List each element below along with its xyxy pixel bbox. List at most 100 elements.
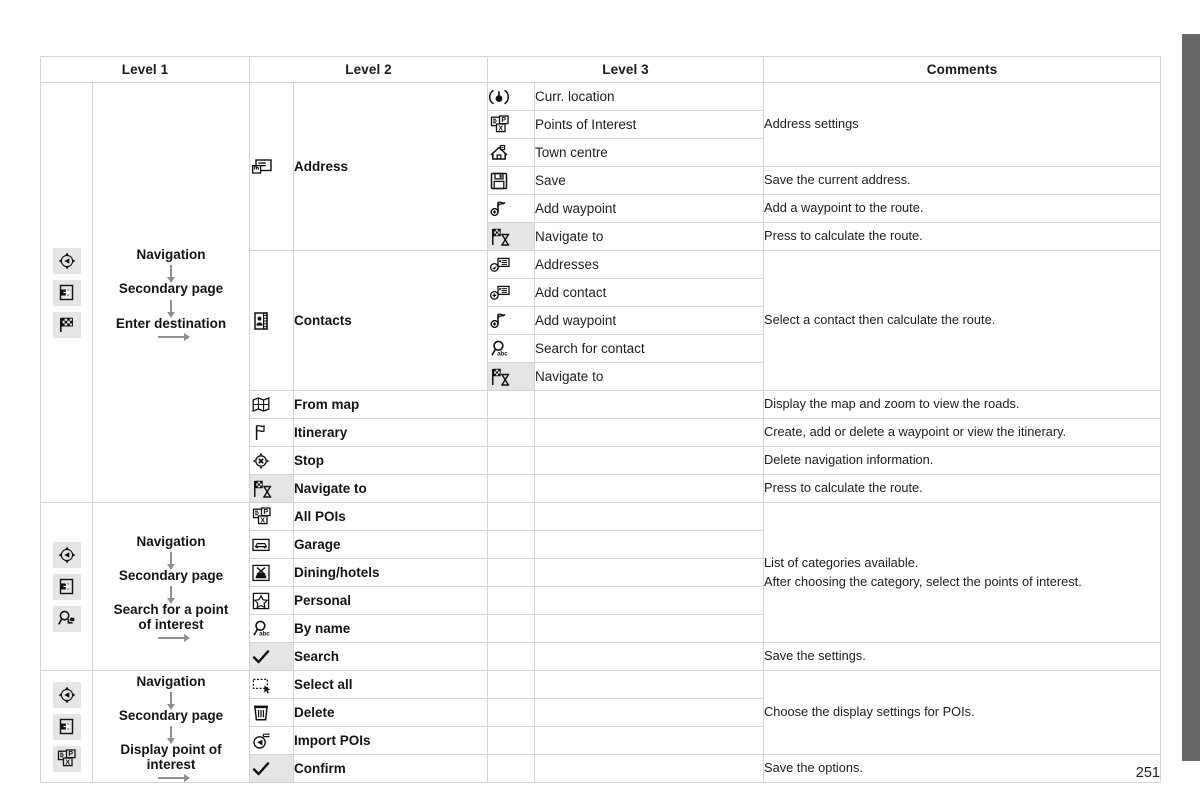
- secondary-page-icon[interactable]: [52, 279, 81, 306]
- level2-label: Import POIs: [293, 726, 489, 755]
- contacts-book-icon[interactable]: [249, 250, 295, 391]
- flow-step: Search for a point of interest: [113, 602, 229, 633]
- flow-arrow-down-icon: [167, 551, 175, 570]
- level3-label: Add waypoint: [534, 194, 765, 223]
- stop-navigation-icon[interactable]: [249, 446, 295, 475]
- svg-text:abc: abc: [497, 351, 508, 357]
- address-card-icon[interactable]: [249, 82, 295, 251]
- table-row: Navigation Secondary page Enter destinat…: [40, 82, 1162, 503]
- checkered-flag-icon[interactable]: [52, 311, 81, 338]
- flow-arrow-down-icon: [167, 726, 175, 744]
- addresses-icon[interactable]: [487, 250, 536, 279]
- level2-label: Personal: [293, 586, 489, 615]
- search-contact-icon[interactable]: abc: [487, 334, 536, 363]
- search-poi-icon[interactable]: [52, 605, 81, 632]
- level3-label-empty: [534, 614, 765, 643]
- check-icon[interactable]: [249, 642, 295, 671]
- table-row: PX Navigation Secondary page Display poi…: [40, 670, 1162, 783]
- level2-label: Navigate to: [293, 474, 489, 503]
- comment-cell: Delete navigation information.: [763, 446, 1162, 475]
- level1-icons-cell-3: PX: [40, 670, 93, 783]
- points-of-interest-icon[interactable]: PX: [52, 745, 81, 772]
- flow-arrow-down-icon: [167, 299, 175, 318]
- level2-label: Dining/hotels: [293, 558, 489, 587]
- level1-flow-cell-2: Navigation Secondary page Search for a p…: [91, 502, 251, 671]
- by-name-icon[interactable]: abc: [249, 614, 295, 643]
- import-pois-icon[interactable]: [249, 726, 295, 755]
- table-row: Navigation Secondary page Search for a p…: [40, 502, 1162, 671]
- level3-label: Add contact: [534, 278, 765, 307]
- level3-label: Town centre: [534, 138, 765, 167]
- level3-icon-empty: [487, 418, 536, 447]
- level3-icon-empty: [487, 502, 536, 531]
- town-centre-icon[interactable]: [487, 138, 536, 167]
- level3-label-empty: [534, 754, 765, 783]
- comment-cell: Save the options.: [763, 754, 1162, 783]
- navigate-to-icon[interactable]: [487, 362, 536, 391]
- comment-cell: Choose the display settings for POIs.: [763, 670, 1162, 755]
- level3-icon-empty: [487, 446, 536, 475]
- level3-label: Add waypoint: [534, 306, 765, 335]
- level3-label-empty: [534, 446, 765, 475]
- floppy-save-icon[interactable]: [487, 166, 536, 195]
- svg-text:P: P: [501, 117, 506, 124]
- level2-label: Delete: [293, 698, 489, 727]
- navigation-compass-icon[interactable]: [52, 541, 81, 568]
- level3-label: Navigate to: [534, 362, 765, 391]
- check-icon[interactable]: [249, 754, 295, 783]
- level1-icons-cell-1: [40, 82, 93, 503]
- add-waypoint-icon[interactable]: [487, 194, 536, 223]
- level2-label: By name: [293, 614, 489, 643]
- column-header-comments: Comments: [763, 56, 1162, 83]
- level3-icon-empty: [487, 614, 536, 643]
- navigate-to-icon[interactable]: [487, 222, 536, 251]
- flow-step: Navigation: [136, 673, 206, 689]
- level3-icon-empty: [487, 474, 536, 503]
- trash-delete-icon[interactable]: [249, 698, 295, 727]
- secondary-page-icon[interactable]: [52, 573, 81, 600]
- add-waypoint-icon[interactable]: [487, 306, 536, 335]
- secondary-page-icon[interactable]: [52, 713, 81, 740]
- svg-text:abc: abc: [259, 631, 270, 637]
- add-contact-icon[interactable]: [487, 278, 536, 307]
- level3-label-empty: [534, 502, 765, 531]
- level3-label: Search for contact: [534, 334, 765, 363]
- comment-cell: Select a contact then calculate the rout…: [763, 250, 1162, 391]
- comment-cell: Add a waypoint to the route.: [763, 194, 1162, 223]
- from-map-icon[interactable]: [249, 390, 295, 419]
- page-number: 251: [1135, 765, 1160, 781]
- level3-label-empty: [534, 586, 765, 615]
- level3-label-empty: [534, 670, 765, 699]
- level3-label-empty: [534, 474, 765, 503]
- level3-icon-empty: [487, 390, 536, 419]
- personal-star-icon[interactable]: [249, 586, 295, 615]
- navigation-compass-icon[interactable]: [52, 681, 81, 708]
- table-body: Navigation Secondary page Enter destinat…: [40, 82, 1162, 783]
- flow-step: Secondary page: [118, 281, 224, 297]
- flow-arrow-down-icon: [167, 265, 175, 284]
- itinerary-flag-icon[interactable]: [249, 418, 295, 447]
- level1-icons-cell-2: [40, 502, 93, 671]
- dining-hotels-icon[interactable]: [249, 558, 295, 587]
- svg-text:P: P: [263, 509, 268, 516]
- svg-text:X: X: [65, 759, 70, 766]
- current-location-icon[interactable]: [487, 82, 536, 111]
- navigate-to-icon[interactable]: [249, 474, 295, 503]
- points-of-interest-icon[interactable]: PX: [487, 110, 536, 139]
- level3-label-empty: [534, 390, 765, 419]
- column-header-level2: Level 2: [249, 56, 489, 83]
- level3-label-empty: [534, 642, 765, 671]
- level2-label: All POIs: [293, 502, 489, 531]
- page-edge-marker: [1182, 34, 1200, 761]
- table-header-row: Level 1 Level 2 Level 3 Comments: [39, 56, 1162, 83]
- level2-label: Itinerary: [293, 418, 489, 447]
- level3-label-empty: [534, 558, 765, 587]
- all-pois-icon[interactable]: PX: [249, 502, 295, 531]
- level3-label: Navigate to: [534, 222, 765, 251]
- level2-label: Stop: [293, 446, 489, 475]
- level2-label-contacts: Contacts: [293, 250, 489, 391]
- navigation-compass-icon[interactable]: [52, 247, 81, 274]
- garage-icon[interactable]: [249, 530, 295, 559]
- select-all-icon[interactable]: [249, 670, 295, 699]
- level3-icon-empty: [487, 586, 536, 615]
